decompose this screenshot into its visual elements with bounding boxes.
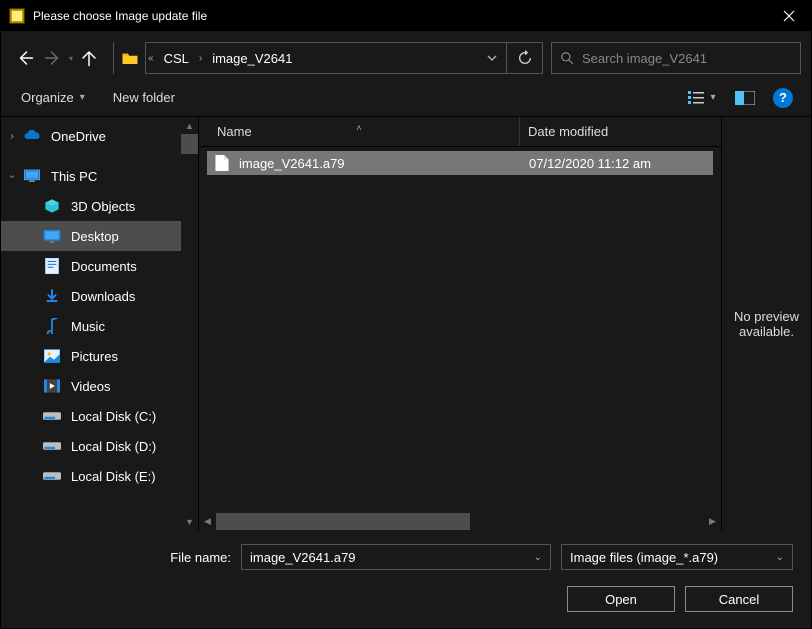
- column-date[interactable]: Date modified: [519, 117, 721, 146]
- search-input[interactable]: Search image_V2641: [551, 42, 801, 74]
- onedrive-icon: [23, 127, 41, 145]
- tree-item-documents[interactable]: Documents: [1, 251, 198, 281]
- file-type-filter[interactable]: Image files (image_*.a79) ⌄: [561, 544, 793, 570]
- nav-dropdown-icon[interactable]: ▾: [69, 54, 73, 63]
- documents-icon: [43, 257, 61, 275]
- tree-item-disk-e[interactable]: Local Disk (E:): [1, 461, 198, 491]
- tree-item-desktop[interactable]: Desktop: [1, 221, 198, 251]
- file-row[interactable]: image_V2641.a79 07/12/2020 11:12 am: [207, 151, 713, 175]
- cancel-button[interactable]: Cancel: [685, 586, 793, 612]
- dialog-footer: File name: image_V2641.a79 ⌄ Image files…: [1, 530, 811, 628]
- filename-input[interactable]: image_V2641.a79 ⌄: [241, 544, 551, 570]
- forward-button[interactable]: [39, 44, 67, 72]
- scroll-up-icon[interactable]: ▲: [181, 117, 198, 134]
- organize-button[interactable]: Organize ▾: [13, 86, 93, 109]
- tree-item-this-pc[interactable]: › This PC: [1, 161, 198, 191]
- file-open-dialog: Please choose Image update file ▾ « CSL …: [0, 0, 812, 629]
- tree-item-disk-d[interactable]: Local Disk (D:): [1, 431, 198, 461]
- file-date: 07/12/2020 11:12 am: [529, 156, 651, 171]
- desktop-icon: [43, 227, 61, 245]
- filename-label: File name:: [19, 550, 231, 565]
- window-title: Please choose Image update file: [33, 9, 766, 23]
- view-options-button[interactable]: ▾: [681, 84, 723, 112]
- file-name: image_V2641.a79: [239, 156, 529, 171]
- chevron-right-icon: ›: [197, 53, 204, 64]
- chevron-down-icon[interactable]: ⌄: [776, 552, 784, 563]
- sort-asc-icon: ˄: [356, 123, 361, 133]
- tree-item-onedrive[interactable]: › OneDrive: [1, 121, 198, 151]
- breadcrumb-seg-1[interactable]: CSL: [156, 43, 197, 73]
- scroll-thumb[interactable]: [216, 513, 470, 530]
- expand-icon[interactable]: ›: [5, 131, 19, 142]
- address-bar[interactable]: « CSL › image_V2641: [113, 42, 507, 74]
- breadcrumb-seg-2[interactable]: image_V2641: [204, 43, 300, 73]
- chevron-down-icon: ▾: [80, 92, 85, 103]
- column-name[interactable]: ˄ Name: [199, 124, 519, 139]
- search-placeholder: Search image_V2641: [582, 51, 707, 66]
- pc-icon: [23, 167, 41, 185]
- disk-icon: [43, 467, 61, 485]
- chevron-down-icon[interactable]: ⌄: [534, 552, 542, 563]
- back-button[interactable]: [11, 44, 39, 72]
- collapse-icon[interactable]: ›: [7, 169, 18, 183]
- tree-item-videos[interactable]: Videos: [1, 371, 198, 401]
- tree-item-music[interactable]: Music: [1, 311, 198, 341]
- sidebar-scrollbar[interactable]: ▲ ▼: [181, 117, 198, 530]
- horizontal-scrollbar[interactable]: ◀ ▶: [199, 513, 721, 530]
- up-button[interactable]: [75, 44, 103, 72]
- scroll-right-icon[interactable]: ▶: [704, 513, 721, 530]
- help-button[interactable]: ?: [767, 84, 799, 112]
- help-icon: ?: [773, 88, 793, 108]
- preview-pane: No preview available.: [721, 117, 811, 530]
- tree-item-pictures[interactable]: Pictures: [1, 341, 198, 371]
- scroll-left-icon[interactable]: ◀: [199, 513, 216, 530]
- scroll-thumb[interactable]: [181, 134, 198, 154]
- open-button[interactable]: Open: [567, 586, 675, 612]
- toolbar: Organize ▾ New folder ▾ ?: [1, 79, 811, 117]
- column-headers: ˄ Name Date modified: [199, 117, 721, 147]
- address-dropdown-icon[interactable]: [478, 52, 506, 64]
- refresh-button[interactable]: [507, 42, 543, 74]
- chevron-left-icon[interactable]: «: [146, 53, 156, 64]
- new-folder-button[interactable]: New folder: [105, 86, 183, 109]
- app-icon: [9, 8, 25, 24]
- close-button[interactable]: [766, 1, 811, 31]
- tree-item-downloads[interactable]: Downloads: [1, 281, 198, 311]
- scroll-down-icon[interactable]: ▼: [181, 513, 198, 530]
- pictures-icon: [43, 347, 61, 365]
- search-icon: [560, 51, 574, 65]
- folder-icon: [114, 42, 146, 74]
- music-icon: [43, 317, 61, 335]
- tree-item-disk-c[interactable]: Local Disk (C:): [1, 401, 198, 431]
- videos-icon: [43, 377, 61, 395]
- 3d-objects-icon: [43, 197, 61, 215]
- downloads-icon: [43, 287, 61, 305]
- tree-item-3d-objects[interactable]: 3D Objects: [1, 191, 198, 221]
- disk-icon: [43, 407, 61, 425]
- file-icon: [213, 154, 231, 172]
- navigation-tree: › OneDrive › This PC 3D Objects Desktop: [1, 117, 199, 530]
- chevron-down-icon: ▾: [710, 92, 715, 103]
- preview-pane-button[interactable]: [729, 84, 761, 112]
- titlebar: Please choose Image update file: [1, 1, 811, 31]
- disk-icon: [43, 437, 61, 455]
- file-list-area: ˄ Name Date modified image_V2641.a79 07/…: [199, 117, 721, 530]
- nav-row: ▾ « CSL › image_V2641 Search image_V2641: [1, 37, 811, 79]
